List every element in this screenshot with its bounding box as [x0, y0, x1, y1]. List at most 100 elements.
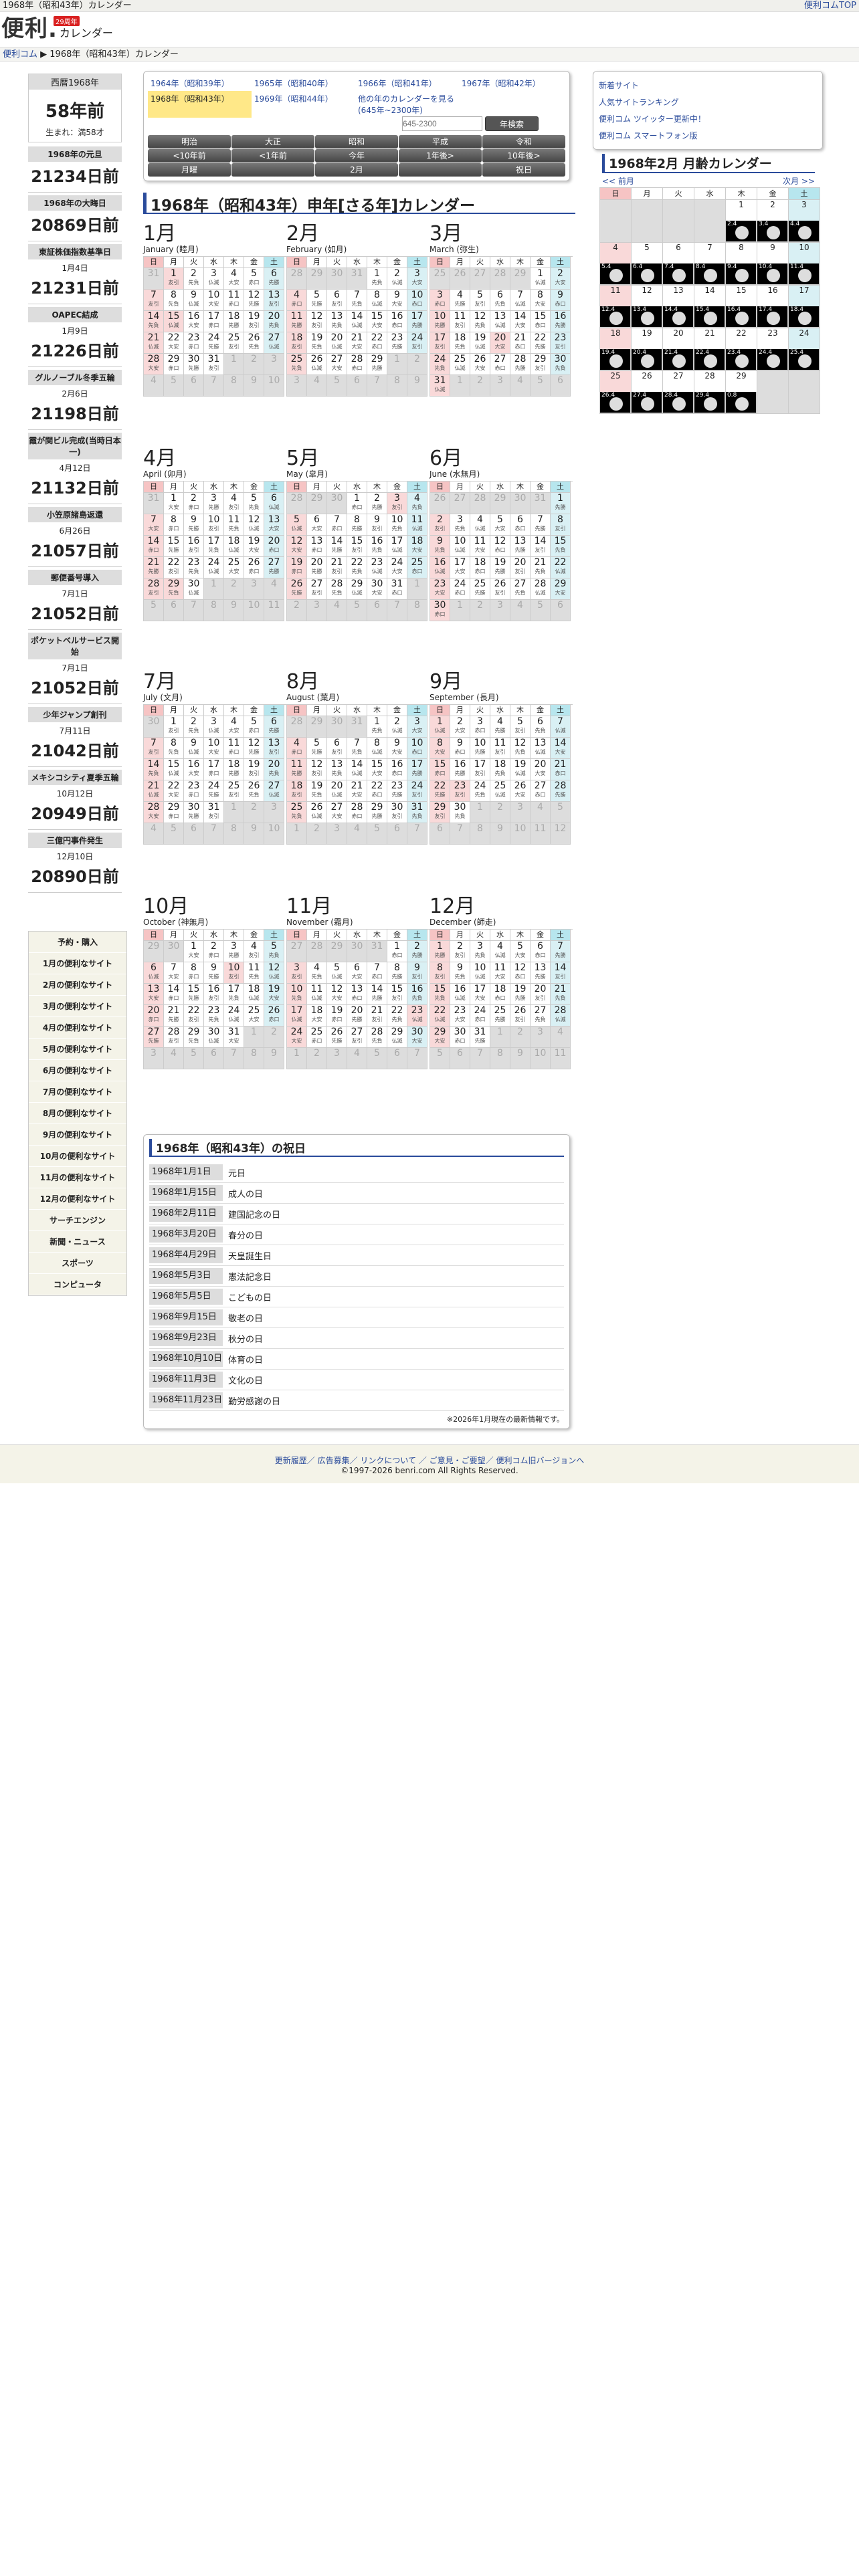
day-cell[interactable]: 28 友引: [144, 578, 164, 600]
day-cell[interactable]: 11 仏滅: [407, 514, 427, 536]
day-cell[interactable]: 9 友引: [407, 962, 427, 984]
day-cell[interactable]: 12 赤口: [490, 536, 510, 557]
day-cell[interactable]: 18 先負: [450, 332, 470, 354]
day-cell[interactable]: 12 先負: [510, 738, 531, 759]
day-cell[interactable]: 23 赤口: [184, 332, 204, 354]
day-cell[interactable]: 14 友引: [551, 962, 571, 984]
right-link[interactable]: 便利コム ツイッター更新中！: [599, 110, 817, 127]
year-link[interactable]: 1965年（昭和40年）: [252, 76, 355, 91]
day-cell[interactable]: 30 赤口: [450, 1027, 470, 1048]
day-cell[interactable]: 8 大安: [430, 738, 450, 759]
day-cell[interactable]: 4 友引: [224, 493, 244, 514]
day-cell[interactable]: 30 先負: [551, 354, 571, 375]
day-cell[interactable]: 15 赤口: [430, 759, 450, 780]
day-cell[interactable]: 26 友引: [510, 1005, 531, 1027]
day-cell[interactable]: 21 先負: [551, 984, 571, 1005]
day-cell[interactable]: 26 先負: [244, 780, 264, 802]
day-cell[interactable]: 5 友引: [470, 290, 490, 311]
day-cell[interactable]: 5 仏滅: [327, 962, 347, 984]
day-cell[interactable]: 14 友引: [531, 536, 551, 557]
day-cell[interactable]: 17 友引: [470, 759, 490, 780]
day-cell[interactable]: 25 仏滅: [450, 354, 470, 375]
day-cell[interactable]: 19 先負: [307, 780, 327, 802]
day-cell[interactable]: 25 赤口: [407, 557, 427, 578]
day-cell[interactable]: 5 先負: [264, 941, 284, 962]
day-cell[interactable]: 4 大安: [224, 716, 244, 738]
day-cell[interactable]: 21 先負: [531, 557, 551, 578]
day-cell[interactable]: 30 先勝: [184, 802, 204, 823]
day-cell[interactable]: 6 赤口: [531, 941, 551, 962]
day-cell[interactable]: 24 仏滅: [204, 557, 224, 578]
day-cell[interactable]: 26 仏滅: [307, 802, 327, 823]
sidebar-link[interactable]: 7月の便利なサイト: [29, 1081, 126, 1103]
day-cell[interactable]: 22 仏滅: [551, 557, 571, 578]
nav-button[interactable]: <10年前: [148, 149, 231, 163]
day-cell[interactable]: 23 先勝: [387, 332, 407, 354]
day-cell[interactable]: 5 大安: [490, 514, 510, 536]
nav-button[interactable]: 1年後>: [399, 149, 482, 163]
day-cell[interactable]: 1 大安: [184, 941, 204, 962]
day-cell[interactable]: 2 大安: [450, 716, 470, 738]
day-cell[interactable]: 17 仏滅: [287, 1005, 307, 1027]
day-cell[interactable]: 22 赤口: [367, 332, 387, 354]
day-cell[interactable]: 27 先勝: [264, 557, 284, 578]
day-cell[interactable]: 10 友引: [204, 514, 224, 536]
day-cell[interactable]: 21 仏滅: [144, 332, 164, 354]
day-cell[interactable]: 16 先勝: [551, 311, 571, 332]
day-cell[interactable]: 2 大安: [551, 268, 571, 290]
day-cell[interactable]: 23 仏滅: [367, 557, 387, 578]
day-cell[interactable]: 29 友引: [531, 354, 551, 375]
day-cell[interactable]: 14 先勝: [367, 984, 387, 1005]
day-cell[interactable]: 12 友引: [307, 759, 327, 780]
day-cell[interactable]: 4 大安: [224, 268, 244, 290]
day-cell[interactable]: 8 仏滅: [367, 738, 387, 759]
day-cell[interactable]: 11 仏滅: [307, 984, 327, 1005]
day-cell[interactable]: 13 友引: [264, 738, 284, 759]
day-cell[interactable]: 3 先勝: [204, 493, 224, 514]
nav-button[interactable]: [399, 163, 482, 177]
day-cell[interactable]: 11 先負: [224, 514, 244, 536]
day-cell[interactable]: 25 友引: [224, 780, 244, 802]
day-cell[interactable]: 20 先勝: [347, 1005, 367, 1027]
sidebar-link[interactable]: 2月の便利なサイト: [29, 974, 126, 996]
day-cell[interactable]: 17 友引: [430, 332, 450, 354]
day-cell[interactable]: 16 先勝: [450, 759, 470, 780]
day-cell[interactable]: 31 友引: [204, 802, 224, 823]
day-cell[interactable]: 19 赤口: [327, 1005, 347, 1027]
day-cell[interactable]: 4 友引: [244, 941, 264, 962]
day-cell[interactable]: 3 友引: [387, 493, 407, 514]
right-link[interactable]: 新着サイト: [599, 77, 817, 94]
day-cell[interactable]: 6 先勝: [264, 716, 284, 738]
day-cell[interactable]: 20 先勝: [307, 557, 327, 578]
sidebar-link[interactable]: 4月の便利なサイト: [29, 1017, 126, 1039]
day-cell[interactable]: 22 大安: [164, 780, 184, 802]
day-cell[interactable]: 14 赤口: [144, 536, 164, 557]
day-cell[interactable]: 29 仏滅: [347, 578, 367, 600]
day-cell[interactable]: 10 仏滅: [450, 536, 470, 557]
year-link[interactable]: 1966年（昭和41年）: [355, 76, 459, 91]
day-cell[interactable]: 20 友引: [531, 984, 551, 1005]
day-cell[interactable]: 24 大安: [387, 557, 407, 578]
day-cell[interactable]: 8 先負: [164, 738, 184, 759]
day-cell[interactable]: 13 先負: [327, 759, 347, 780]
day-cell[interactable]: 8 仏滅: [367, 290, 387, 311]
day-cell[interactable]: 23 大安: [430, 578, 450, 600]
day-cell[interactable]: 21 赤口: [551, 759, 571, 780]
day-cell[interactable]: 19 友引: [244, 311, 264, 332]
day-cell[interactable]: 1 赤口: [387, 941, 407, 962]
day-cell[interactable]: 11 赤口: [224, 290, 244, 311]
day-cell[interactable]: 16 先負: [407, 984, 427, 1005]
day-cell[interactable]: 25 大安: [244, 1005, 264, 1027]
day-cell[interactable]: 13 大安: [264, 514, 284, 536]
day-cell[interactable]: 8 友引: [430, 962, 450, 984]
nav-button[interactable]: 明治: [148, 135, 231, 148]
day-cell[interactable]: 14 仏滅: [347, 311, 367, 332]
day-cell[interactable]: 6 先負: [490, 290, 510, 311]
day-cell[interactable]: 26 仏滅: [307, 354, 327, 375]
day-cell[interactable]: 25 先負: [287, 802, 307, 823]
day-cell[interactable]: 20 赤口: [264, 536, 284, 557]
day-cell[interactable]: 19 赤口: [287, 557, 307, 578]
day-cell[interactable]: 13 先勝: [510, 536, 531, 557]
day-cell[interactable]: 18 先勝: [224, 759, 244, 780]
day-cell[interactable]: 7 友引: [144, 290, 164, 311]
